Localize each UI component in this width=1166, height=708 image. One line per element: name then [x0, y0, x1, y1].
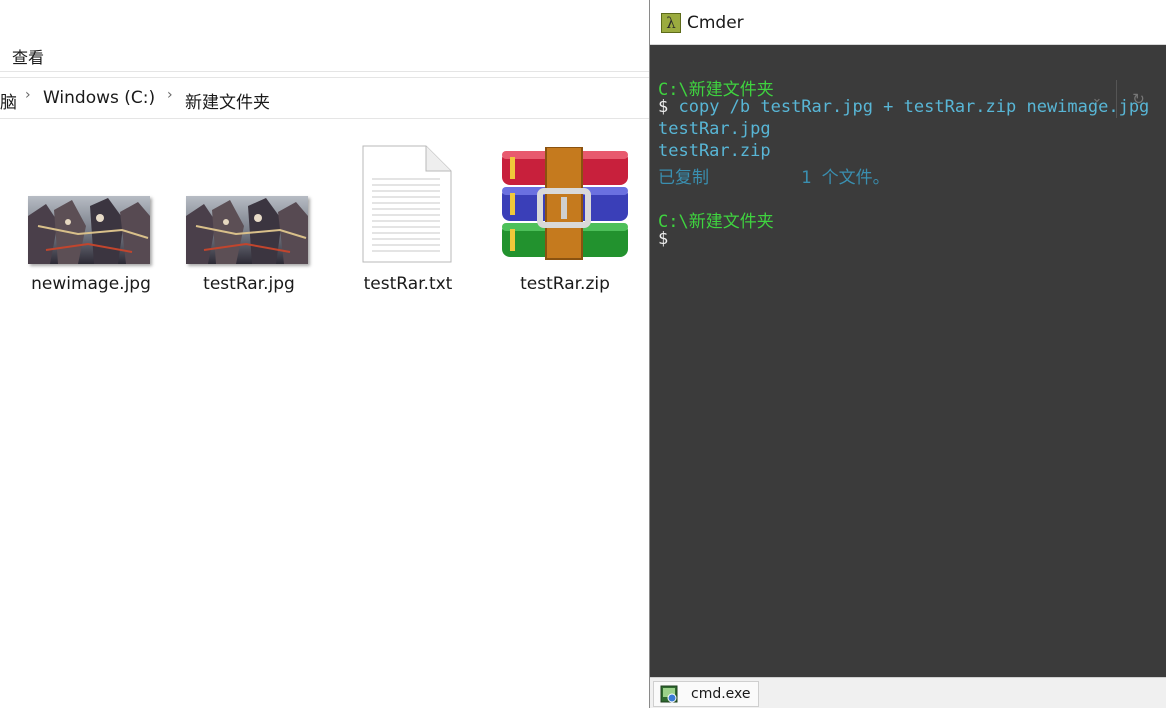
prompt-symbol: $ [658, 97, 669, 117]
text-document-icon [362, 145, 452, 263]
window-title: Cmder [687, 13, 744, 33]
file-name: newimage.jpg [31, 274, 151, 294]
breadcrumb-current-folder[interactable]: 新建文件夹 [185, 88, 270, 113]
command-text: copy /b testRar.jpg + testRar.zip newima… [668, 97, 1150, 117]
tab-label: cmd.exe [691, 686, 751, 702]
terminal-output[interactable]: ⌄ ↻ C:\新建文件夹 $ copy /b testRar.jpg + tes… [650, 45, 1166, 677]
lambda-icon: λ [661, 13, 681, 33]
terminal-line: $ copy /b testRar.jpg + testRar.zip newi… [658, 97, 1149, 117]
breadcrumb-separator-icon[interactable]: › [25, 87, 31, 103]
cmder-window: λ Cmder ⌄ ↻ C:\新建文件夹 $ copy /b testRar.j… [649, 0, 1166, 708]
terminal-line: 已复制 1 个文件。 [658, 168, 890, 188]
terminal-line: testRar.jpg [658, 119, 771, 139]
file-name: testRar.zip [520, 274, 610, 294]
cmder-title-bar[interactable]: λ Cmder [650, 0, 1166, 45]
file-item-newimage-jpg[interactable]: newimage.jpg [16, 140, 166, 300]
image-thumbnail [186, 196, 308, 264]
ribbon-tab-view[interactable]: 查看 [12, 44, 44, 68]
file-item-testrar-jpg[interactable]: testRar.jpg [174, 140, 324, 300]
file-item-testrar-txt[interactable]: testRar.txt [333, 140, 483, 300]
image-thumbnail [28, 196, 150, 264]
breadcrumb-drive-c[interactable]: Windows (C:) [43, 88, 155, 108]
cmd-exe-icon [660, 685, 678, 703]
file-item-testrar-zip[interactable]: testRar.zip [490, 140, 640, 300]
console-tab[interactable]: cmd.exe [653, 681, 759, 707]
cmder-tab-bar: cmd.exe [650, 677, 1166, 708]
prompt-symbol: $ [658, 229, 669, 249]
breadcrumb-separator-icon[interactable]: › [167, 87, 173, 103]
terminal-line: C:\新建文件夹 [658, 212, 774, 232]
file-name: testRar.jpg [203, 274, 295, 294]
winrar-archive-icon [500, 146, 630, 267]
file-name: testRar.txt [363, 274, 453, 294]
breadcrumb-this-pc[interactable]: 脑 [0, 88, 17, 113]
terminal-line: testRar.zip [658, 141, 771, 161]
